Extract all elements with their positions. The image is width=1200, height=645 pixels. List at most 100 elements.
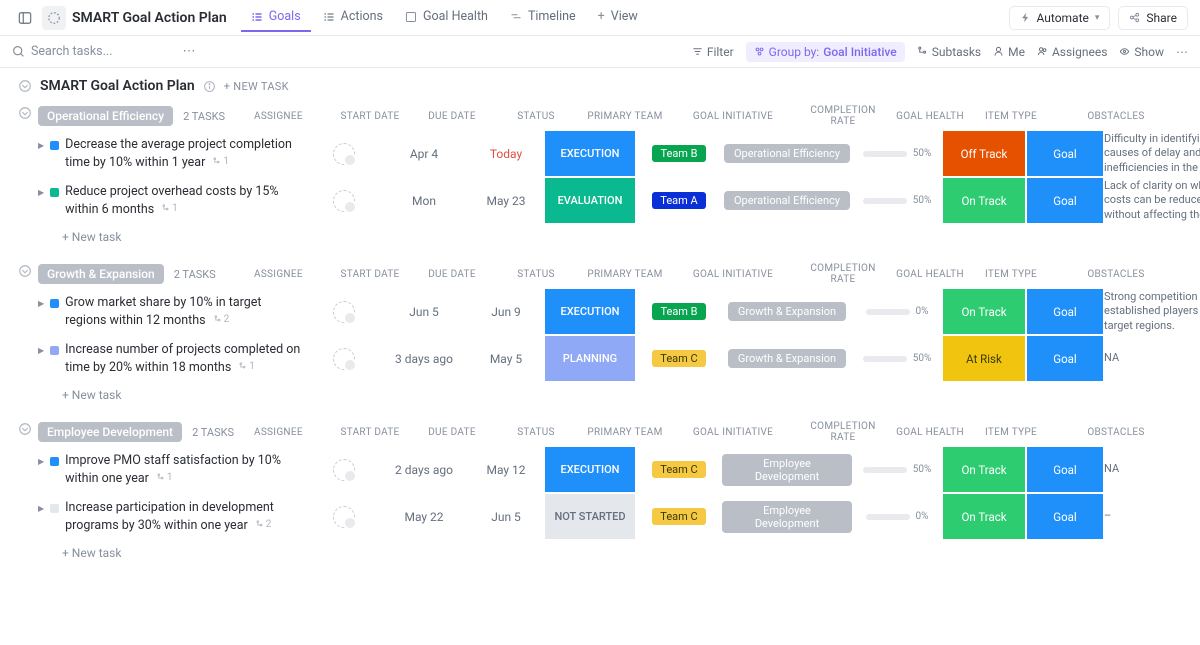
new-task-button[interactable]: + NEW TASK — [224, 80, 289, 93]
group-collapse-icon[interactable] — [18, 264, 32, 278]
team-cell[interactable]: Team C — [636, 508, 722, 525]
due-date[interactable]: Jun 5 — [468, 510, 544, 524]
task-row[interactable]: ▶ Increase participation in development … — [38, 493, 1182, 540]
start-date[interactable]: Jun 5 — [380, 305, 468, 319]
subtask-indicator[interactable]: 1 — [156, 472, 173, 483]
assignees-button[interactable]: Assignees — [1037, 45, 1107, 59]
type-cell[interactable]: Goal — [1026, 335, 1104, 382]
search-input[interactable]: Search tasks... — [12, 44, 113, 59]
initiative-cell[interactable]: Employee Development — [722, 501, 852, 533]
health-cell[interactable]: At Risk — [942, 335, 1026, 382]
health-cell[interactable]: On Track — [942, 288, 1026, 335]
expand-icon[interactable]: ▶ — [38, 346, 44, 355]
subtasks-button[interactable]: Subtasks — [917, 45, 981, 59]
status-cell[interactable]: EVALUATION — [544, 177, 636, 224]
initiative-cell[interactable]: Growth & Expansion — [722, 302, 852, 321]
group-collapse-icon[interactable] — [18, 106, 32, 120]
status-dot[interactable] — [50, 346, 59, 355]
expand-icon[interactable]: ▶ — [38, 457, 44, 466]
collapse-icon[interactable] — [18, 79, 32, 93]
group-name-badge[interactable]: Growth & Expansion — [38, 264, 164, 284]
completion-cell[interactable]: 0% — [852, 306, 942, 317]
tab-add-view[interactable]: + View — [588, 3, 648, 32]
expand-icon[interactable]: ▶ — [38, 188, 44, 197]
start-date[interactable]: 3 days ago — [380, 352, 468, 366]
team-cell[interactable]: Team B — [636, 145, 722, 162]
initiative-cell[interactable]: Operational Efficiency — [722, 144, 852, 163]
assignee-cell[interactable] — [308, 301, 380, 323]
expand-icon[interactable]: ▶ — [38, 299, 44, 308]
team-cell[interactable]: Team B — [636, 303, 722, 320]
start-date[interactable]: 2 days ago — [380, 463, 468, 477]
group-collapse-icon[interactable] — [18, 422, 32, 436]
completion-cell[interactable]: 50% — [852, 148, 942, 159]
due-date[interactable]: Jun 9 — [468, 305, 544, 319]
expand-icon[interactable]: ▶ — [38, 141, 44, 150]
health-cell[interactable]: On Track — [942, 177, 1026, 224]
team-cell[interactable]: Team C — [636, 350, 722, 367]
subtask-indicator[interactable]: 1 — [212, 156, 229, 167]
status-cell[interactable]: PLANNING — [544, 335, 636, 382]
tab-timeline[interactable]: Timeline — [500, 3, 586, 32]
assignee-cell[interactable] — [308, 143, 380, 165]
subtask-indicator[interactable]: 2 — [255, 519, 272, 530]
task-row[interactable]: ▶ Increase number of projects completed … — [38, 335, 1182, 382]
status-dot[interactable] — [50, 188, 59, 197]
task-row[interactable]: ▶ Reduce project overhead costs by 15% w… — [38, 177, 1182, 224]
type-cell[interactable]: Goal — [1026, 177, 1104, 224]
type-cell[interactable]: Goal — [1026, 446, 1104, 493]
type-cell[interactable]: Goal — [1026, 130, 1104, 177]
status-cell[interactable]: EXECUTION — [544, 288, 636, 335]
share-button[interactable]: Share — [1118, 6, 1188, 30]
new-task-row[interactable]: + New task — [62, 224, 1182, 254]
subtask-indicator[interactable]: 1 — [161, 203, 178, 214]
subtask-indicator[interactable]: 2 — [213, 314, 230, 325]
subtask-indicator[interactable]: 1 — [238, 361, 255, 372]
health-cell[interactable]: On Track — [942, 493, 1026, 540]
type-cell[interactable]: Goal — [1026, 493, 1104, 540]
completion-cell[interactable]: 50% — [852, 195, 942, 206]
tab-actions[interactable]: Actions — [313, 3, 393, 32]
team-cell[interactable]: Team A — [636, 192, 722, 209]
status-dot[interactable] — [50, 504, 59, 513]
tab-goals[interactable]: Goals — [241, 3, 311, 32]
automate-button[interactable]: Automate ▾ — [1009, 6, 1111, 30]
group-name-badge[interactable]: Operational Efficiency — [38, 106, 173, 126]
task-name[interactable]: Improve PMO staff satisfaction by 10% wi… — [65, 453, 281, 486]
me-button[interactable]: Me — [993, 45, 1025, 59]
health-cell[interactable]: Off Track — [942, 130, 1026, 177]
start-date[interactable]: May 22 — [380, 510, 468, 524]
new-task-row[interactable]: + New task — [62, 382, 1182, 412]
assignee-cell[interactable] — [308, 190, 380, 212]
task-row[interactable]: ▶ Grow market share by 10% in target reg… — [38, 288, 1182, 335]
task-row[interactable]: ▶ Decrease the average project completio… — [38, 130, 1182, 177]
group-name-badge[interactable]: Employee Development — [38, 422, 182, 442]
filter-button[interactable]: Filter — [692, 45, 734, 59]
status-dot[interactable] — [50, 141, 59, 150]
group-by-button[interactable]: Group by: Goal Initiative — [746, 42, 905, 62]
status-dot[interactable] — [50, 457, 59, 466]
task-name[interactable]: Increase number of projects completed on… — [65, 342, 300, 375]
initiative-cell[interactable]: Growth & Expansion — [722, 349, 852, 368]
new-task-row[interactable]: + New task — [62, 540, 1182, 570]
assignee-cell[interactable] — [308, 459, 380, 481]
due-date[interactable]: May 23 — [468, 194, 544, 208]
status-cell[interactable]: EXECUTION — [544, 446, 636, 493]
task-row[interactable]: ▶ Improve PMO staff satisfaction by 10% … — [38, 446, 1182, 493]
more-options-icon[interactable]: ⋯ — [1176, 45, 1188, 59]
status-cell[interactable]: EXECUTION — [544, 130, 636, 177]
info-icon[interactable] — [203, 80, 216, 93]
status-dot[interactable] — [50, 299, 59, 308]
completion-cell[interactable]: 50% — [852, 464, 942, 475]
completion-cell[interactable]: 0% — [852, 511, 942, 522]
tab-goal-health[interactable]: Goal Health — [395, 3, 498, 32]
start-date[interactable]: Apr 4 — [380, 147, 468, 161]
due-date[interactable]: May 5 — [468, 352, 544, 366]
team-cell[interactable]: Team C — [636, 461, 722, 478]
initiative-cell[interactable]: Employee Development — [722, 454, 852, 486]
due-date[interactable]: Today — [468, 147, 544, 161]
expand-icon[interactable]: ▶ — [38, 504, 44, 513]
due-date[interactable]: May 12 — [468, 463, 544, 477]
task-name[interactable]: Grow market share by 10% in target regio… — [65, 295, 261, 328]
type-cell[interactable]: Goal — [1026, 288, 1104, 335]
